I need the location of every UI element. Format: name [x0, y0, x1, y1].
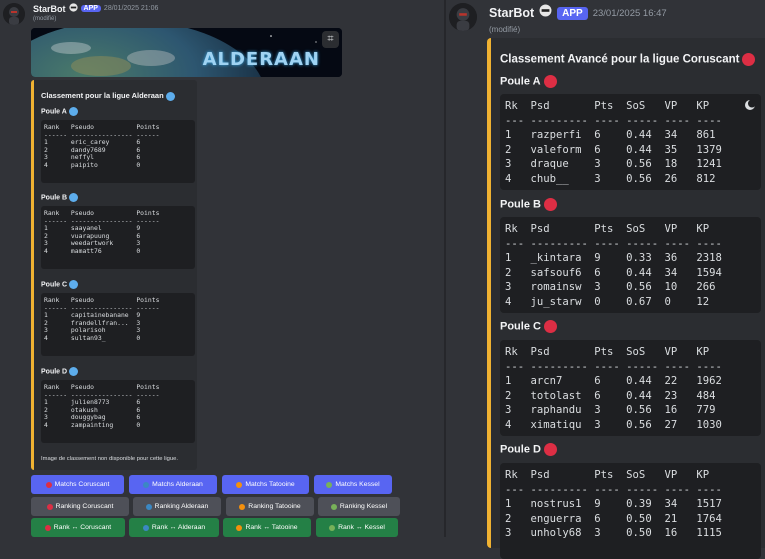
pool-title-c: Poule C — [41, 280, 79, 289]
matchs-alderaan-button[interactable]: Matchs Alderaan — [129, 475, 217, 494]
embed-title: Classement pour la ligue Alderaan — [41, 91, 175, 101]
rank-compare-coruscant-button[interactable]: Rank ↔ Coruscant — [31, 518, 125, 537]
timestamp: 23/01/2025 16:47 — [592, 7, 667, 19]
green-circle-icon — [330, 503, 337, 510]
theme-toggle-icon[interactable] — [744, 99, 756, 111]
ranking-tatooine-button[interactable]: Ranking Tatooine — [226, 497, 314, 516]
pool-title-a: Poule A — [41, 107, 78, 116]
pool-title-b: Poule B — [500, 198, 557, 211]
stormtrooper-icon — [539, 4, 552, 22]
pool-title-a: Poule A — [500, 75, 557, 88]
grid-icon[interactable]: ⌗ — [322, 31, 339, 48]
blue-circle-icon — [69, 280, 79, 289]
code-block-pool-d: Rank Pseudo Points ------ ---------------… — [41, 380, 195, 443]
bot-name[interactable]: StarBot — [33, 4, 66, 14]
blue-circle-icon — [69, 193, 79, 202]
green-circle-icon — [326, 481, 333, 488]
edited-label: (modifié) — [489, 25, 521, 34]
matchs-tatooine-button[interactable]: Matchs Tatooine — [222, 475, 309, 494]
embed-footer-note: Image de classement non disponible pour … — [41, 456, 178, 462]
blue-circle-icon — [143, 481, 150, 488]
edited-label: (modifié) — [33, 16, 57, 22]
stormtrooper-icon — [68, 3, 78, 14]
ranking-embed-alderaan: Classement pour la ligue Alderaan Poule … — [31, 80, 197, 470]
red-circle-icon — [742, 53, 756, 66]
advanced-ranking-embed-coruscant: Classement Avancé pour la ligue Coruscan… — [487, 38, 765, 559]
blue-circle-icon — [165, 91, 175, 101]
orange-circle-icon — [239, 503, 246, 510]
embed-title: Classement Avancé pour la ligue Coruscan… — [500, 53, 756, 66]
red-circle-icon — [543, 75, 557, 88]
column-divider — [444, 0, 446, 537]
green-circle-icon — [329, 524, 336, 531]
code-block-pool-b: Rk Psd Pts SoS VP KP --- --------- ---- -… — [500, 217, 761, 313]
red-circle-icon — [543, 443, 557, 456]
blue-circle-icon — [145, 503, 152, 510]
ranking-alderaan-button[interactable]: Ranking Alderaan — [133, 497, 221, 516]
pool-title-b: Poule B — [41, 193, 79, 202]
code-block-pool-c: Rank Pseudo Points ------ ---------------… — [41, 293, 195, 356]
message-header: StarBot APP 28/01/2025 21:06 — [33, 3, 158, 14]
rank-compare-alderaan-button[interactable]: Rank ↔ Alderaan — [129, 518, 219, 537]
code-block-pool-a: Rank Pseudo Points ------ ---------------… — [41, 120, 195, 183]
code-block-pool-d: Rk Psd Pts SoS VP KP --- --------- ---- -… — [500, 463, 761, 559]
red-circle-icon — [543, 320, 557, 333]
ranking-kessel-button[interactable]: Ranking Kessel — [318, 497, 400, 516]
app-badge: APP — [80, 5, 101, 12]
code-block-pool-a: Rk Psd Pts SoS VP KP --- --------- ---- -… — [500, 94, 761, 190]
bot-avatar[interactable] — [449, 3, 477, 31]
banner-logo-text: ALDERAAN — [202, 49, 320, 70]
red-circle-icon — [543, 198, 557, 211]
message-header: StarBot APP 23/01/2025 16:47 — [489, 4, 667, 22]
code-block-pool-c: Rk Psd Pts SoS VP KP --- --------- ---- -… — [500, 340, 761, 436]
blue-circle-icon — [69, 367, 79, 376]
alderaan-banner-image[interactable]: ALDERAAN ⌗ — [31, 28, 342, 77]
ranking-coruscant-button[interactable]: Ranking Coruscant — [31, 497, 129, 516]
rank-compare-kessel-button[interactable]: Rank ↔ Kessel — [316, 518, 398, 537]
red-circle-icon — [44, 524, 51, 531]
pool-title-d: Poule D — [500, 443, 557, 456]
pool-title-c: Poule C — [500, 320, 557, 333]
timestamp: 28/01/2025 21:06 — [103, 5, 159, 12]
red-circle-icon — [45, 481, 52, 488]
red-circle-icon — [46, 503, 53, 510]
pool-title-d: Poule D — [41, 367, 79, 376]
bot-name[interactable]: StarBot — [489, 6, 534, 20]
orange-circle-icon — [236, 481, 243, 488]
bot-avatar[interactable] — [3, 3, 25, 25]
matchs-kessel-button[interactable]: Matchs Kessel — [314, 475, 392, 494]
code-block-pool-b: Rank Pseudo Points ------ ---------------… — [41, 206, 195, 269]
rank-compare-tatooine-button[interactable]: Rank ↔ Tatooine — [223, 518, 311, 537]
blue-circle-icon — [68, 107, 78, 116]
matchs-coruscant-button[interactable]: Matchs Coruscant — [31, 475, 124, 494]
blue-circle-icon — [142, 524, 149, 531]
app-badge: APP — [557, 6, 588, 20]
orange-circle-icon — [236, 524, 243, 531]
